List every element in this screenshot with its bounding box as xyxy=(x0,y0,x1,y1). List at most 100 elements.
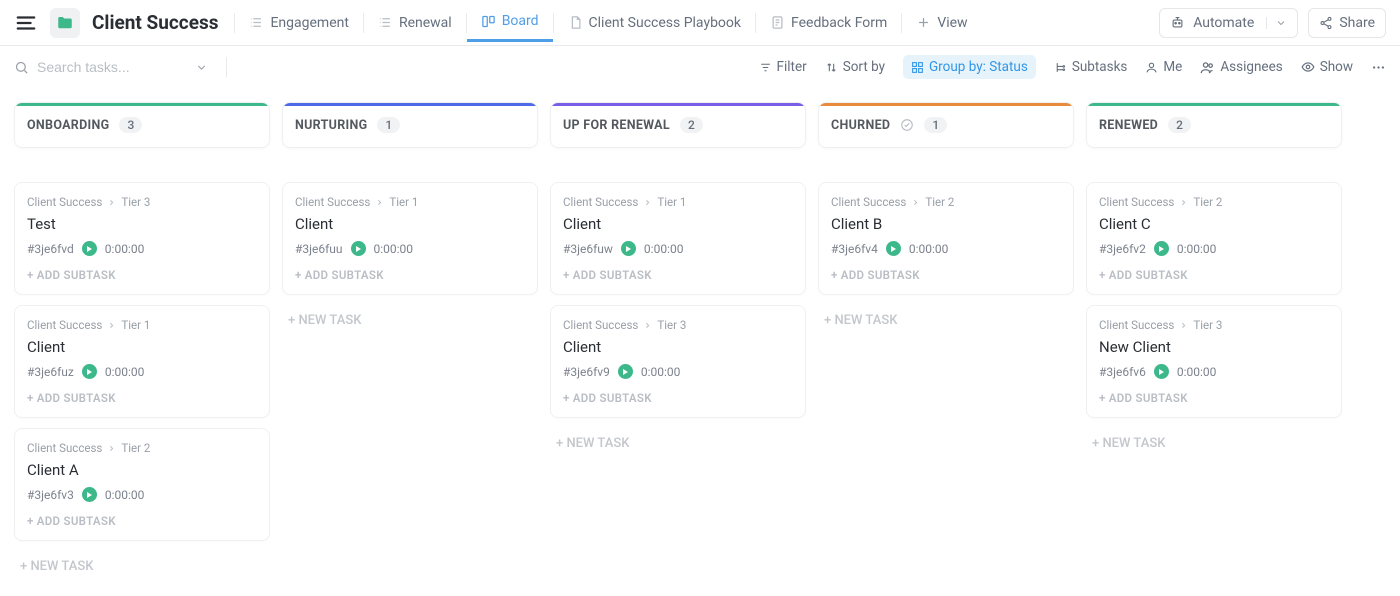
tab-label: Feedback Form xyxy=(791,15,887,31)
add-subtask-button[interactable]: + ADD SUBTASK xyxy=(295,268,525,282)
me-label: Me xyxy=(1163,59,1182,75)
add-subtask-button[interactable]: + ADD SUBTASK xyxy=(563,268,793,282)
filter-button[interactable]: Filter xyxy=(759,59,807,75)
chevron-right-icon xyxy=(375,198,384,207)
board-column: ONBOARDING3 Client SuccessTier 3 Test #3je6… xyxy=(14,102,270,582)
play-icon[interactable] xyxy=(351,241,366,256)
show-button[interactable]: Show xyxy=(1301,59,1353,75)
task-title: Client B xyxy=(831,215,1061,233)
more-icon[interactable] xyxy=(1371,60,1386,75)
add-subtask-button[interactable]: + ADD SUBTASK xyxy=(831,268,1061,282)
folder-icon[interactable] xyxy=(50,8,80,38)
breadcrumb-item: Tier 3 xyxy=(1193,318,1222,332)
play-icon[interactable] xyxy=(618,364,633,379)
chevron-right-icon xyxy=(107,198,116,207)
breadcrumb: Client SuccessTier 1 xyxy=(295,195,525,209)
subtasks-button[interactable]: Subtasks xyxy=(1054,59,1128,75)
play-icon[interactable] xyxy=(886,241,901,256)
play-icon[interactable] xyxy=(82,364,97,379)
task-card[interactable]: Client SuccessTier 2Client A#3je6fv30:00… xyxy=(14,428,270,541)
breadcrumb: Client SuccessTier 1 xyxy=(27,318,257,332)
task-title: New Client xyxy=(1099,338,1329,356)
add-view-button[interactable]: View xyxy=(902,5,981,41)
column-header[interactable]: UP FOR RENEWAL2 xyxy=(550,102,806,148)
task-time: 0:00:00 xyxy=(909,242,949,256)
tab-label: Engagement xyxy=(270,15,348,31)
breadcrumb-item: Tier 1 xyxy=(657,195,686,209)
breadcrumb-item: Client Success xyxy=(295,195,370,209)
tab-playbook[interactable]: Client Success Playbook xyxy=(554,5,755,41)
column-body: Client SuccessTier 3Test#3je6fvd0:00:00+… xyxy=(14,182,270,582)
chevron-right-icon xyxy=(911,198,920,207)
new-task-button[interactable]: + NEW TASK xyxy=(818,305,1074,336)
new-task-button[interactable]: + NEW TASK xyxy=(550,428,806,459)
tab-renewal[interactable]: Renewal xyxy=(364,5,466,41)
task-id: #3je6fv2 xyxy=(1099,242,1146,256)
chevron-down-icon[interactable] xyxy=(195,61,208,74)
column-title: UP FOR RENEWAL xyxy=(563,118,670,133)
breadcrumb-item: Client Success xyxy=(831,195,906,209)
add-subtask-button[interactable]: + ADD SUBTASK xyxy=(27,514,257,528)
task-card[interactable]: Client SuccessTier 2Client C#3je6fv20:00… xyxy=(1086,182,1342,295)
share-icon xyxy=(1319,16,1333,30)
task-title: Test xyxy=(27,215,257,233)
play-icon[interactable] xyxy=(1154,364,1169,379)
task-card[interactable]: Client SuccessTier 3Client#3je6fv90:00:0… xyxy=(550,305,806,418)
search-input[interactable] xyxy=(37,59,187,75)
chevron-right-icon xyxy=(643,321,652,330)
task-card[interactable]: Client SuccessTier 3New Client#3je6fv60:… xyxy=(1086,305,1342,418)
menu-icon[interactable] xyxy=(14,11,38,35)
play-icon[interactable] xyxy=(621,241,636,256)
breadcrumb-item: Tier 3 xyxy=(657,318,686,332)
group-label: Group by: Status xyxy=(929,59,1028,75)
header: Client Success Engagement Renewal Board … xyxy=(0,0,1400,46)
column-count: 1 xyxy=(924,117,947,133)
add-subtask-button[interactable]: + ADD SUBTASK xyxy=(1099,391,1329,405)
column-header[interactable]: ONBOARDING3 xyxy=(14,102,270,148)
play-icon[interactable] xyxy=(1154,241,1169,256)
me-button[interactable]: Me xyxy=(1145,59,1182,75)
add-subtask-button[interactable]: + ADD SUBTASK xyxy=(1099,268,1329,282)
task-id: #3je6fuu xyxy=(295,242,343,256)
column-header[interactable]: CHURNED1 xyxy=(818,102,1074,148)
group-by-button[interactable]: Group by: Status xyxy=(903,55,1036,79)
assignees-button[interactable]: Assignees xyxy=(1200,59,1282,75)
column-body: Client SuccessTier 1 Client #3je6fuu0:00:0… xyxy=(282,182,538,336)
task-title: Client xyxy=(563,215,793,233)
new-task-button[interactable]: + NEW TASK xyxy=(1086,428,1342,459)
breadcrumb: Client SuccessTier 3 xyxy=(27,195,257,209)
chevron-down-icon xyxy=(1266,17,1287,29)
column-body: Client SuccessTier 1Client#3je6fuw0:00:0… xyxy=(550,182,806,459)
tab-engagement[interactable]: Engagement xyxy=(235,5,362,41)
new-task-button[interactable]: + NEW TASK xyxy=(14,551,270,582)
task-card[interactable]: Client SuccessTier 2Client B#3je6fv40:00… xyxy=(818,182,1074,295)
new-task-button[interactable]: + NEW TASK xyxy=(282,305,538,336)
tab-label: Renewal xyxy=(399,15,452,31)
column-header[interactable]: RENEWED2 xyxy=(1086,102,1342,148)
add-subtask-button[interactable]: + ADD SUBTASK xyxy=(27,268,257,282)
chevron-right-icon xyxy=(1179,198,1188,207)
task-time: 0:00:00 xyxy=(1177,242,1217,256)
tab-feedback-form[interactable]: Feedback Form xyxy=(756,5,901,41)
column-header[interactable]: NURTURING1 xyxy=(282,102,538,148)
tab-board[interactable]: Board xyxy=(467,3,553,42)
task-card[interactable]: Client SuccessTier 1Client#3je6fuw0:00:0… xyxy=(550,182,806,295)
automate-button[interactable]: Automate xyxy=(1159,8,1298,38)
breadcrumb-item: Tier 1 xyxy=(121,318,150,332)
task-card[interactable]: Client SuccessTier 1 Client #3je6fuu0:00:0… xyxy=(282,182,538,295)
breadcrumb: Client SuccessTier 2 xyxy=(27,441,257,455)
play-icon[interactable] xyxy=(82,487,97,502)
sort-button[interactable]: Sort by xyxy=(825,59,885,75)
column-body: Client SuccessTier 2Client C#3je6fv20:00… xyxy=(1086,182,1342,459)
search-wrap xyxy=(14,59,208,75)
add-subtask-button[interactable]: + ADD SUBTASK xyxy=(27,391,257,405)
task-id: #3je6fvd xyxy=(27,242,74,256)
breadcrumb-item: Tier 2 xyxy=(925,195,954,209)
share-button[interactable]: Share xyxy=(1308,8,1386,38)
add-subtask-button[interactable]: + ADD SUBTASK xyxy=(563,391,793,405)
play-icon[interactable] xyxy=(82,241,97,256)
task-card[interactable]: Client SuccessTier 3Test#3je6fvd0:00:00+… xyxy=(14,182,270,295)
task-card[interactable]: Client SuccessTier 1Client#3je6fuz0:00:0… xyxy=(14,305,270,418)
task-title: Client xyxy=(295,215,525,233)
task-meta: #3je6fuu0:00:00 xyxy=(295,241,525,256)
